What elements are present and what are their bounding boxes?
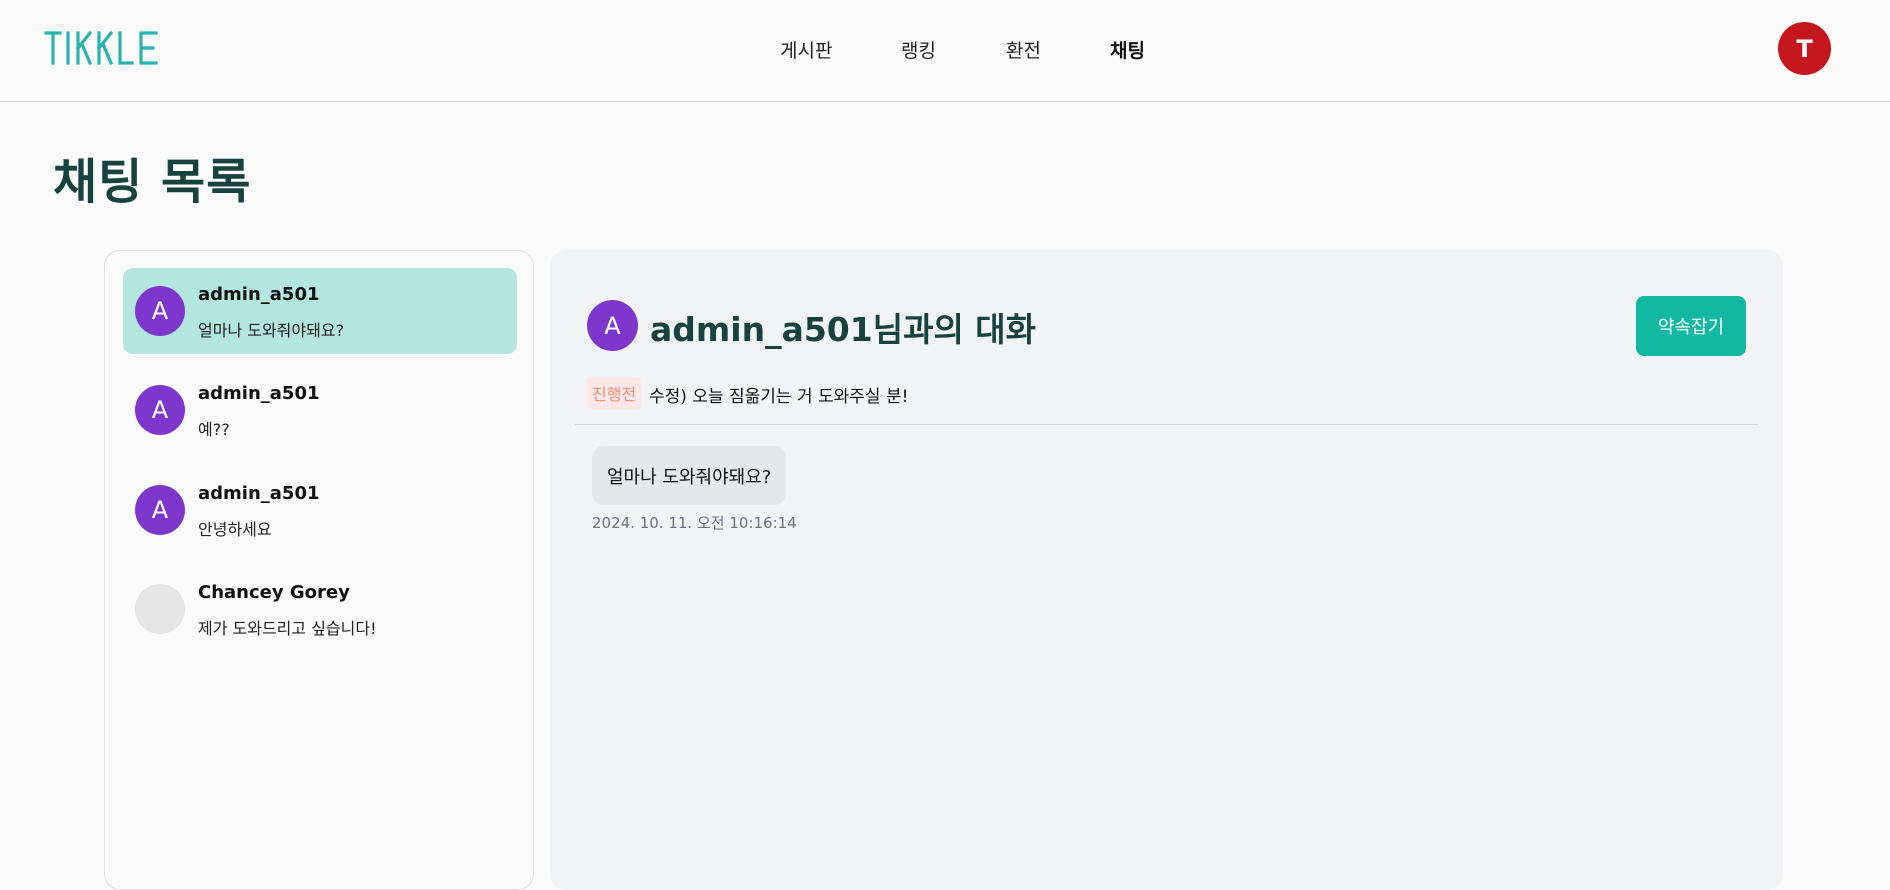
- chat-list-panel: A admin_a501 얼마나 도와줘야돼요? A admin_a501 예?…: [104, 250, 534, 890]
- conversation-panel: A admin_a501님과의 대화 약속잡기 진행전 수정) 오늘 짐옮기는 …: [550, 250, 1783, 890]
- user-avatar[interactable]: T: [1778, 22, 1831, 75]
- chat-list-item[interactable]: Chancey Gorey 제가 도와드리고 싶습니다!: [123, 566, 517, 652]
- chat-list-item[interactable]: A admin_a501 안녕하세요: [123, 467, 517, 553]
- top-header: 게시판 랭킹 환전 채팅 T: [0, 0, 1890, 102]
- avatar: A: [587, 300, 638, 351]
- nav-ranking[interactable]: 랭킹: [901, 36, 936, 63]
- nav-exchange[interactable]: 환전: [1006, 36, 1041, 63]
- related-post-title[interactable]: 수정) 오늘 짐옮기는 거 도와주실 분!: [649, 382, 908, 407]
- status-badge: 진행전: [587, 377, 642, 409]
- avatar: A: [135, 485, 185, 535]
- chat-list-item[interactable]: A admin_a501 예??: [123, 367, 517, 453]
- message-timestamp: 2024. 10. 11. 오전 10:16:14: [592, 514, 797, 532]
- chat-partner-name: admin_a501: [198, 483, 320, 504]
- divider: [575, 424, 1758, 425]
- avatar: [135, 584, 185, 634]
- nav-chat[interactable]: 채팅: [1110, 36, 1145, 63]
- chat-partner-name: admin_a501: [198, 284, 320, 305]
- chat-last-message: 안녕하세요: [198, 520, 272, 539]
- message-bubble: 얼마나 도와줘야돼요?: [592, 446, 787, 505]
- nav-board[interactable]: 게시판: [780, 36, 832, 63]
- make-appointment-button[interactable]: 약속잡기: [1636, 296, 1746, 356]
- chat-partner-name: Chancey Gorey: [198, 582, 350, 603]
- avatar: A: [135, 385, 185, 435]
- chat-list-item[interactable]: A admin_a501 얼마나 도와줘야돼요?: [123, 268, 517, 354]
- chat-last-message: 제가 도와드리고 싶습니다!: [198, 619, 377, 638]
- chat-last-message: 예??: [198, 420, 230, 439]
- page-title: 채팅 목록: [53, 154, 252, 210]
- avatar: A: [135, 286, 185, 336]
- conversation-title: admin_a501님과의 대화: [650, 310, 1037, 349]
- chat-partner-name: admin_a501: [198, 383, 320, 404]
- chat-last-message: 얼마나 도와줘야돼요?: [198, 321, 345, 340]
- tikkle-logo[interactable]: [44, 30, 160, 66]
